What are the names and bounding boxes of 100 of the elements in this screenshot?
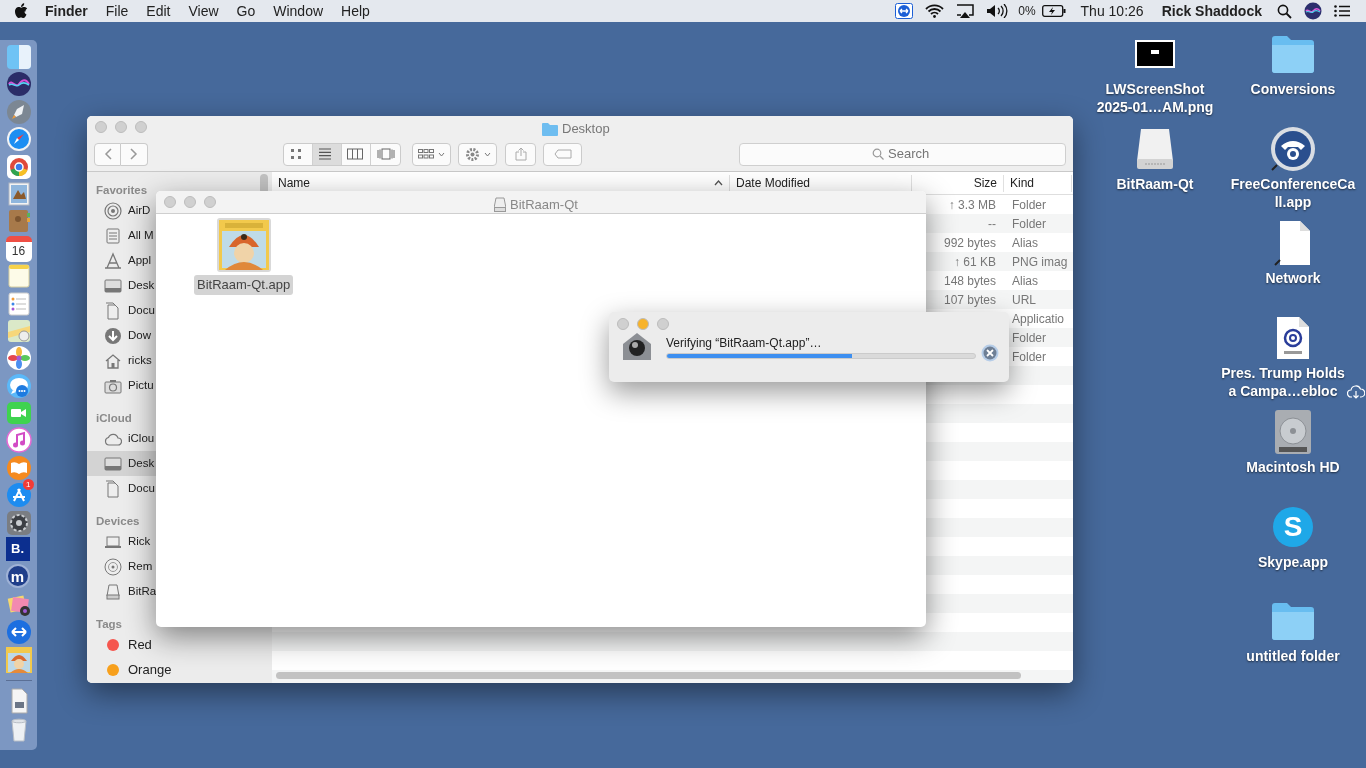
compass-icon[interactable] bbox=[5, 126, 32, 153]
sidebar-item[interactable]: Rem bbox=[87, 554, 156, 579]
grid-icon bbox=[418, 149, 434, 159]
map-icon[interactable] bbox=[5, 317, 32, 344]
kind-cell: Folder bbox=[1012, 330, 1046, 345]
sidebar-item[interactable]: iClou bbox=[87, 426, 156, 451]
action-button[interactable] bbox=[458, 142, 497, 166]
rocket-icon[interactable] bbox=[5, 98, 32, 125]
sidebar-item[interactable]: Red bbox=[87, 632, 272, 657]
music-note-icon[interactable] bbox=[5, 427, 32, 454]
notepad-icon[interactable] bbox=[5, 263, 32, 290]
app-tile[interactable]: B. bbox=[5, 537, 30, 562]
store-icon[interactable] bbox=[5, 482, 32, 509]
sidebar-heading: Tags bbox=[96, 618, 122, 630]
file-name[interactable]: Macintosh HD bbox=[1246, 458, 1340, 476]
sidebar-label: Pictu bbox=[128, 377, 154, 393]
kind-cell: Alias bbox=[1012, 273, 1038, 288]
user-name[interactable]: Rick Shaddock bbox=[1152, 0, 1271, 22]
arrange-button[interactable] bbox=[412, 142, 451, 166]
drive-icon[interactable] bbox=[1136, 126, 1174, 171]
scrollbar[interactable] bbox=[276, 672, 1021, 679]
file-name[interactable]: untitled folder bbox=[1246, 647, 1340, 665]
menu-item[interactable]: File bbox=[96, 0, 138, 22]
speech-bubble-icon[interactable] bbox=[5, 372, 32, 399]
sidebar-item[interactable]: Orange bbox=[87, 657, 272, 682]
column-header[interactable]: Kind bbox=[1004, 174, 1072, 192]
display-icon bbox=[104, 276, 122, 295]
sidebar-item[interactable]: Docu bbox=[87, 476, 156, 501]
volume-icon[interactable] bbox=[986, 4, 1009, 18]
book-icon[interactable] bbox=[5, 454, 32, 481]
menu-item[interactable]: Window bbox=[264, 0, 333, 22]
sidebar-label: Docu bbox=[128, 302, 155, 318]
search-input[interactable]: Search bbox=[888, 144, 933, 164]
sidebar-heading: Favorites bbox=[96, 184, 148, 196]
search-field[interactable]: Search bbox=[739, 142, 1066, 166]
app-menu[interactable]: Finder bbox=[36, 0, 97, 22]
search-icon[interactable] bbox=[1277, 3, 1292, 19]
sort-caret-icon bbox=[714, 180, 723, 186]
display-icon bbox=[104, 454, 122, 473]
folder-icon[interactable] bbox=[1271, 35, 1315, 73]
battery-percent: 0% bbox=[1018, 3, 1036, 20]
flower-icon[interactable] bbox=[5, 345, 32, 372]
orb-icon[interactable] bbox=[5, 71, 32, 98]
file-name[interactable]: BitRaam-Qt.app bbox=[194, 275, 294, 295]
video-camera-icon[interactable] bbox=[5, 400, 32, 427]
folder-icon[interactable] bbox=[1271, 602, 1315, 640]
remote-arrows-icon[interactable] bbox=[895, 3, 914, 19]
checklist-icon[interactable] bbox=[5, 290, 32, 317]
sidebar-item[interactable]: All M bbox=[87, 223, 156, 248]
airplay-icon[interactable] bbox=[956, 3, 975, 19]
columns-icon bbox=[347, 147, 365, 161]
telephone-icon[interactable] bbox=[1270, 125, 1316, 172]
orb-icon[interactable] bbox=[1304, 2, 1322, 20]
sidebar-label: Dow bbox=[128, 327, 151, 343]
folder-icon bbox=[542, 121, 558, 136]
status-message: Verifying “BitRaam-Qt.app”… bbox=[666, 334, 823, 352]
stamp-icon[interactable] bbox=[5, 180, 32, 207]
document-icon[interactable] bbox=[1274, 220, 1312, 266]
menu-item[interactable]: Go bbox=[227, 0, 265, 22]
web-link-document-icon[interactable] bbox=[1276, 315, 1310, 360]
menu-item[interactable]: Edit bbox=[137, 0, 180, 22]
sidebar-item[interactable]: Pictu bbox=[87, 373, 156, 398]
battery-icon[interactable] bbox=[1041, 5, 1066, 17]
app-tile[interactable]: m bbox=[5, 564, 30, 589]
sidebar-item[interactable]: BitRa bbox=[87, 579, 156, 604]
sidebar-item[interactable]: ricks bbox=[87, 348, 156, 373]
menu-item[interactable]: View bbox=[179, 0, 228, 22]
file-name[interactable]: Skype.app bbox=[1258, 552, 1328, 571]
file-name[interactable]: LWScreenShot 2025-01…AM.png bbox=[1096, 80, 1214, 116]
chevron-left-icon bbox=[103, 148, 112, 160]
apple-icon[interactable] bbox=[14, 3, 28, 19]
sidebar-item[interactable]: AirD bbox=[87, 198, 156, 223]
clock[interactable]: Thu 10:26 bbox=[1071, 0, 1153, 22]
screenshot-icon[interactable] bbox=[1135, 40, 1175, 68]
menu-icon[interactable] bbox=[1334, 5, 1350, 17]
sidebar-item[interactable]: Desk bbox=[87, 273, 156, 298]
cancel-icon[interactable] bbox=[981, 344, 999, 362]
file-name[interactable]: Pres. Trump Holds a Campa…ebloc bbox=[1221, 363, 1345, 400]
file-name[interactable]: Conversions bbox=[1250, 80, 1336, 98]
share-icon bbox=[514, 147, 527, 161]
calendar-icon[interactable]: 16 bbox=[5, 235, 32, 262]
sidebar-item[interactable]: Dow bbox=[87, 323, 156, 348]
sidebar-heading: iCloud bbox=[96, 412, 132, 424]
sidebar-item[interactable]: Rick bbox=[87, 529, 156, 554]
sidebar-item[interactable]: Desk bbox=[87, 451, 156, 476]
wifi-icon[interactable] bbox=[925, 4, 945, 18]
menu-item[interactable]: Help bbox=[332, 0, 379, 22]
file-name[interactable]: Network bbox=[1265, 269, 1321, 287]
sidebar-label: Orange bbox=[128, 660, 172, 679]
kind-cell: Folder bbox=[1012, 216, 1046, 231]
download-icon bbox=[104, 326, 122, 345]
sidebar-item[interactable]: Docu bbox=[87, 298, 156, 323]
search-icon bbox=[872, 148, 884, 160]
ring-icon[interactable] bbox=[5, 153, 32, 180]
file-name[interactable]: FreeConferenceCa ll.app bbox=[1230, 174, 1356, 211]
view-switcher[interactable] bbox=[283, 142, 401, 166]
gear-icon[interactable] bbox=[5, 509, 32, 536]
file-name[interactable]: BitRaam-Qt bbox=[1116, 174, 1194, 193]
sidebar-item[interactable]: Appl bbox=[87, 248, 156, 273]
view-mode-button[interactable] bbox=[313, 143, 342, 165]
